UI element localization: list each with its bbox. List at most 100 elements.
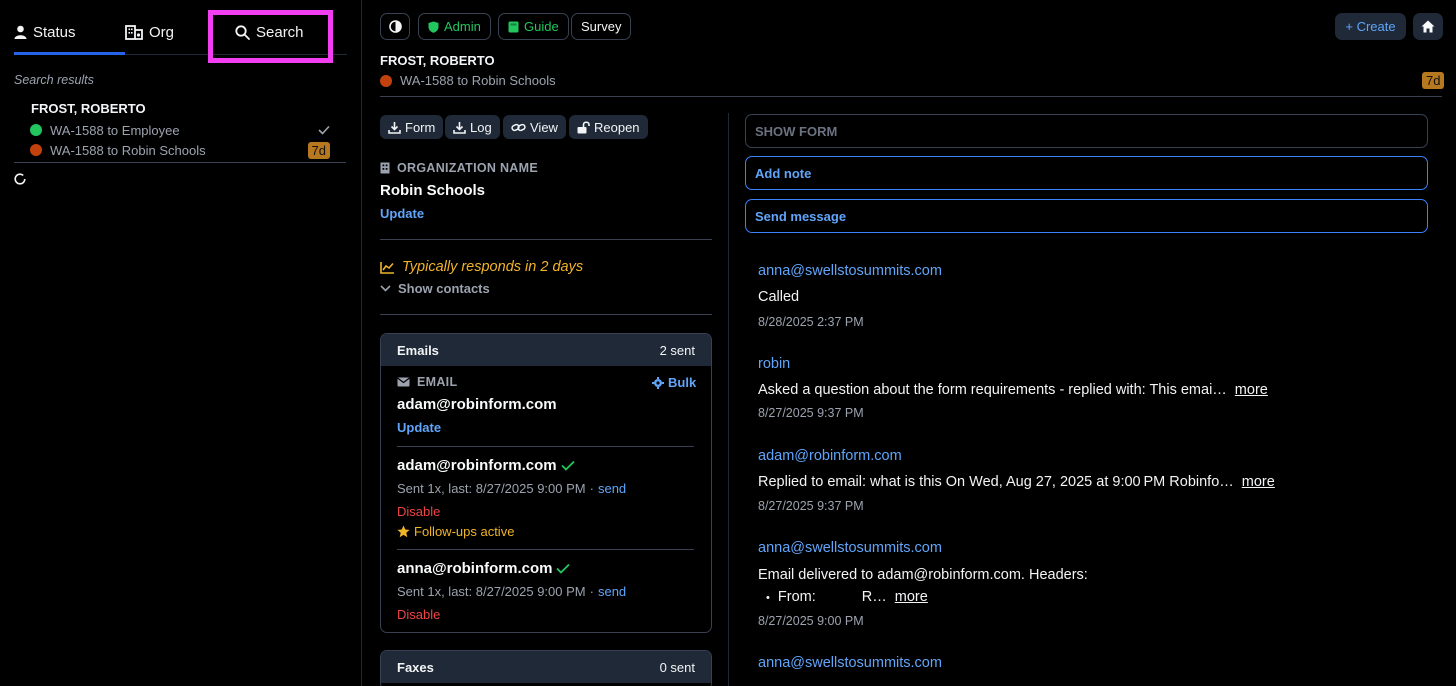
faxes-card: Faxes 0 sent bbox=[380, 650, 712, 686]
chevron-down-icon bbox=[380, 285, 391, 292]
email-section-header: EMAIL bbox=[397, 375, 457, 389]
note-body: Email delivered to adam@robinform.com. H… bbox=[758, 567, 1088, 583]
note-author[interactable]: adam@robinform.com bbox=[758, 448, 902, 464]
view-label: View bbox=[530, 119, 558, 135]
divider bbox=[380, 239, 712, 240]
show-contacts-toggle[interactable]: Show contacts bbox=[380, 281, 490, 296]
note-author[interactable]: robin bbox=[758, 356, 790, 372]
link-icon bbox=[511, 122, 526, 133]
column-divider bbox=[728, 113, 729, 686]
org-update-link[interactable]: Update bbox=[380, 206, 424, 221]
email-update-link[interactable]: Update bbox=[397, 420, 441, 435]
response-time-text: Typically responds in 2 days bbox=[402, 259, 584, 275]
note-bullet-label: From: bbox=[777, 589, 816, 605]
more-link[interactable]: more bbox=[1242, 474, 1275, 490]
note-author[interactable]: anna@swellstosummits.com bbox=[758, 263, 942, 279]
reopen-button[interactable]: Reopen bbox=[569, 115, 648, 139]
active-tab-indicator bbox=[14, 52, 125, 55]
divider bbox=[380, 314, 712, 315]
show-contacts-label: Show contacts bbox=[398, 281, 490, 296]
contact-email: anna@robinform.com bbox=[397, 560, 553, 577]
view-button[interactable]: View bbox=[503, 115, 566, 139]
note-author[interactable]: anna@swellstosummits.com bbox=[758, 655, 942, 671]
send-link[interactable]: send bbox=[598, 584, 626, 599]
contact-sent-info: Sent 1x, last: 8/27/2025 9:00 PM bbox=[397, 481, 586, 496]
note-time: 8/27/2025 9:37 PM bbox=[758, 406, 864, 420]
bulk-button[interactable]: Bulk bbox=[652, 375, 696, 390]
check-icon bbox=[318, 125, 330, 135]
book-icon bbox=[508, 21, 519, 33]
note-body-row: Replied to email: what is this On Wed, A… bbox=[758, 474, 1275, 490]
form-title: WA-1588 to Robin Schools bbox=[400, 73, 556, 88]
followups-row: Follow-ups active bbox=[397, 524, 514, 539]
theme-toggle-button[interactable] bbox=[380, 13, 410, 40]
tab-org[interactable]: Org bbox=[125, 10, 174, 54]
result-person-name[interactable]: FROST, ROBERTO bbox=[31, 101, 146, 116]
note-body: Called bbox=[758, 289, 800, 305]
star-icon bbox=[397, 525, 410, 538]
tab-status-label: Status bbox=[33, 23, 76, 41]
divider bbox=[397, 446, 694, 447]
envelope-icon bbox=[397, 377, 410, 387]
reopen-label: Reopen bbox=[594, 119, 640, 135]
bulk-label: Bulk bbox=[668, 375, 697, 390]
disable-link[interactable]: Disable bbox=[397, 607, 440, 622]
email-label: EMAIL bbox=[417, 375, 458, 389]
tab-org-label: Org bbox=[149, 23, 175, 41]
emails-title: Emails bbox=[397, 342, 439, 358]
send-message-button[interactable]: Send message bbox=[745, 199, 1428, 233]
search-tab-highlight bbox=[208, 10, 333, 63]
gear-icon bbox=[652, 376, 664, 389]
disable-link[interactable]: Disable bbox=[397, 504, 440, 519]
divider bbox=[14, 162, 346, 163]
home-button[interactable] bbox=[1413, 13, 1443, 40]
contact-email-row: adam@robinform.com bbox=[397, 457, 575, 474]
shield-icon bbox=[428, 21, 439, 33]
person-icon bbox=[14, 25, 27, 39]
guide-button[interactable]: Guide bbox=[498, 13, 569, 40]
search-results-label: Search results bbox=[14, 73, 94, 87]
log-label: Log bbox=[470, 119, 492, 135]
form-download-button[interactable]: Form bbox=[380, 115, 444, 139]
contact-email-row: anna@robinform.com bbox=[397, 560, 571, 577]
send-link[interactable]: send bbox=[598, 481, 626, 496]
survey-button[interactable]: Survey bbox=[571, 13, 632, 40]
log-download-button[interactable]: Log bbox=[445, 115, 500, 139]
unlock-icon bbox=[577, 120, 590, 134]
add-note-button[interactable]: Add note bbox=[745, 156, 1428, 190]
sidebar: Status Org Search Search results FROST, … bbox=[0, 0, 362, 686]
org-section-header: ORGANIZATION NAME bbox=[380, 161, 538, 175]
building-icon bbox=[380, 162, 390, 174]
faxes-card-header: Faxes 0 sent bbox=[381, 651, 711, 683]
emails-count: 2 sent bbox=[659, 342, 695, 358]
more-link[interactable]: more bbox=[1235, 382, 1268, 398]
status-dot-orange bbox=[380, 74, 392, 87]
create-button[interactable]: + Create bbox=[1335, 13, 1406, 40]
result-item-label: WA-1588 to Employee bbox=[50, 122, 180, 138]
tab-status[interactable]: Status bbox=[14, 10, 76, 54]
note-bullet-row: • From: R… more bbox=[766, 589, 928, 605]
admin-button[interactable]: Admin bbox=[418, 13, 491, 40]
status-dot-orange bbox=[30, 144, 42, 156]
primary-email: adam@robinform.com bbox=[397, 396, 557, 413]
form-title-row: WA-1588 to Robin Schools bbox=[380, 73, 556, 88]
trend-chart-icon bbox=[380, 261, 395, 274]
contrast-icon bbox=[388, 20, 402, 33]
more-link[interactable]: more bbox=[895, 589, 928, 605]
note-author[interactable]: anna@swellstosummits.com bbox=[758, 540, 942, 556]
result-item[interactable]: WA-1588 to Employee bbox=[30, 121, 330, 139]
download-icon bbox=[453, 121, 466, 134]
note-time: 8/27/2025 9:37 PM bbox=[758, 499, 864, 513]
status-dot-green bbox=[30, 124, 42, 136]
faxes-title: Faxes bbox=[397, 659, 434, 675]
contact-sent-info-row: Sent 1x, last: 8/27/2025 9:00 PM · send bbox=[397, 481, 627, 496]
loading-spinner-icon bbox=[14, 173, 26, 185]
show-form-button[interactable]: SHOW FORM bbox=[745, 114, 1428, 148]
note-bullet-value: R… bbox=[861, 589, 887, 605]
result-item[interactable]: WA-1588 to Robin Schools 7d bbox=[30, 141, 330, 159]
org-section-label: ORGANIZATION NAME bbox=[397, 161, 538, 175]
note-body: Replied to email: what is this On Wed, A… bbox=[758, 474, 1234, 490]
person-name: FROST, ROBERTO bbox=[380, 53, 495, 68]
survey-label: Survey bbox=[581, 19, 622, 34]
faxes-count: 0 sent bbox=[659, 659, 695, 675]
